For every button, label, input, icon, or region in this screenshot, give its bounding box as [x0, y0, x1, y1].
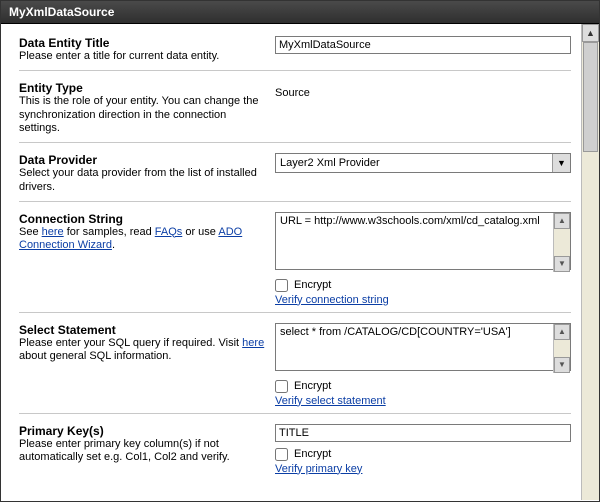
scroll-thumb[interactable]: [583, 42, 598, 152]
form-content: Data Entity Title Please enter a title f…: [1, 24, 581, 500]
text: for samples, read: [64, 226, 155, 238]
primary-key-input[interactable]: [275, 424, 571, 442]
scroll-down-icon[interactable]: ▼: [554, 256, 570, 272]
window-title: MyXmlDataSource: [1, 1, 599, 24]
primary-key-label: Primary Key(s): [19, 424, 265, 438]
text: Please enter your SQL query if required.…: [19, 337, 242, 349]
separator: [19, 142, 571, 143]
entity-type-value: Source: [275, 81, 571, 99]
verify-primary-link[interactable]: Verify primary key: [275, 463, 362, 475]
select-encrypt-checkbox[interactable]: [275, 380, 288, 393]
separator: [19, 70, 571, 71]
primary-encrypt-checkbox[interactable]: [275, 448, 288, 461]
verify-connection-link[interactable]: Verify connection string: [275, 294, 389, 306]
row-data-provider: Data Provider Select your data provider …: [19, 153, 571, 195]
faqs-link[interactable]: FAQs: [155, 226, 183, 238]
connection-string-textarea[interactable]: [275, 212, 571, 270]
textarea-scrollbar[interactable]: ▲ ▼: [553, 324, 570, 373]
entity-title-input[interactable]: [275, 36, 571, 54]
settings-window: MyXmlDataSource Data Entity Title Please…: [0, 0, 600, 502]
data-provider-desc: Select your data provider from the list …: [19, 167, 265, 195]
scroll-up-icon[interactable]: ▲: [554, 324, 570, 340]
row-connection-string: Connection String See here for samples, …: [19, 212, 571, 306]
scroll-up-icon[interactable]: ▲: [582, 24, 599, 42]
separator: [19, 312, 571, 313]
select-encrypt-label: Encrypt: [294, 380, 331, 392]
samples-link[interactable]: here: [42, 226, 64, 238]
row-select-statement: Select Statement Please enter your SQL q…: [19, 323, 571, 407]
entity-title-desc: Please enter a title for current data en…: [19, 50, 265, 64]
verify-select-link[interactable]: Verify select statement: [275, 395, 386, 407]
connection-encrypt-label: Encrypt: [294, 279, 331, 291]
row-primary-key: Primary Key(s) Please enter primary key …: [19, 424, 571, 475]
connection-encrypt-checkbox[interactable]: [275, 279, 288, 292]
scroll-up-icon[interactable]: ▲: [554, 213, 570, 229]
text: or use: [182, 226, 218, 238]
row-entity-type: Entity Type This is the role of your ent…: [19, 81, 571, 136]
entity-type-desc: This is the role of your entity. You can…: [19, 95, 265, 136]
text: See: [19, 226, 42, 238]
data-provider-select[interactable]: Layer2 Xml Provider ▼: [275, 153, 571, 173]
textarea-scrollbar[interactable]: ▲ ▼: [553, 213, 570, 272]
scroll-down-icon[interactable]: ▼: [554, 357, 570, 373]
select-statement-label: Select Statement: [19, 323, 265, 337]
separator: [19, 413, 571, 414]
row-entity-title: Data Entity Title Please enter a title f…: [19, 36, 571, 64]
entity-type-label: Entity Type: [19, 81, 265, 95]
text: .: [112, 239, 115, 251]
connection-string-label: Connection String: [19, 212, 265, 226]
text: about general SQL information.: [19, 350, 171, 362]
select-statement-textarea[interactable]: [275, 323, 571, 371]
sql-here-link[interactable]: here: [242, 337, 264, 349]
connection-string-desc: See here for samples, read FAQs or use A…: [19, 226, 265, 254]
primary-encrypt-label: Encrypt: [294, 448, 331, 460]
data-provider-label: Data Provider: [19, 153, 265, 167]
entity-title-label: Data Entity Title: [19, 36, 265, 50]
content-wrap: Data Entity Title Please enter a title f…: [1, 24, 599, 500]
chevron-down-icon: ▼: [552, 154, 570, 172]
window-scrollbar[interactable]: ▲: [581, 24, 599, 500]
data-provider-selected: Layer2 Xml Provider: [280, 157, 380, 169]
scroll-track[interactable]: [582, 42, 599, 500]
select-statement-desc: Please enter your SQL query if required.…: [19, 337, 265, 365]
separator: [19, 201, 571, 202]
primary-key-desc: Please enter primary key column(s) if no…: [19, 438, 265, 466]
